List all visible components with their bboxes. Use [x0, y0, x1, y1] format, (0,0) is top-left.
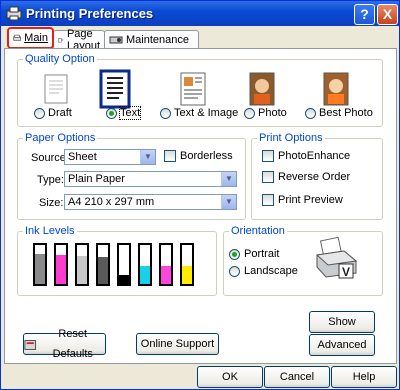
tab-page-layout[interactable]: Page Layout: [53, 28, 105, 52]
title-bar[interactable]: Printing Preferences ? X: [1, 1, 399, 26]
portrait-radio[interactable]: Portrait: [229, 248, 279, 260]
text-image-icon: [180, 72, 206, 106]
checkbox-label: PhotoEnhance: [278, 150, 351, 162]
paper-size-value: A4 210 x 297 mm: [68, 196, 155, 208]
ink-cartridge: [75, 243, 89, 286]
ink-level-fill: [35, 253, 45, 284]
paper-type-select[interactable]: Plain Paper ▼: [64, 171, 237, 187]
cancel-button[interactable]: Cancel: [264, 366, 330, 388]
ok-button[interactable]: OK: [197, 366, 263, 388]
radio-circle[interactable]: [229, 265, 240, 277]
maintenance-icon: [109, 36, 123, 43]
checkbox-label: Print Preview: [278, 194, 343, 206]
reset-defaults-button[interactable]: Reset Defaults: [23, 328, 106, 360]
best-photo-icon: [323, 72, 349, 106]
checkbox-box[interactable]: [164, 150, 176, 162]
printer-icon: [6, 6, 22, 21]
draft-radio[interactable]: Draft: [34, 107, 72, 119]
window-title: Printing Preferences: [26, 6, 154, 21]
chevron-down-icon[interactable]: ▼: [221, 172, 236, 186]
online-support-button[interactable]: Online Support: [136, 333, 219, 355]
checkbox-label: Reverse Order: [278, 171, 351, 183]
radio-label: Photo: [258, 107, 287, 119]
landscape-radio[interactable]: Landscape: [229, 265, 298, 277]
ink-level-fill: [161, 266, 171, 284]
radio-circle[interactable]: [34, 107, 45, 119]
group-legend: Orientation: [231, 225, 285, 237]
radio-label: Landscape: [244, 265, 298, 277]
text-radio[interactable]: Text: [106, 106, 142, 120]
text-image-radio[interactable]: Text & Image: [160, 107, 238, 119]
tab-label: Maintenance: [126, 33, 189, 46]
ink-cartridge: [33, 243, 47, 286]
photoenhance-checkbox[interactable]: PhotoEnhance: [262, 150, 350, 162]
radio-label: Draft: [48, 107, 72, 119]
photo-radio[interactable]: Photo: [244, 107, 287, 119]
main-tab-icon: [13, 34, 21, 41]
close-button[interactable]: X: [377, 4, 398, 25]
size-label: Size:: [39, 197, 64, 209]
printer-orientation-icon: V: [315, 237, 358, 279]
ink-level-fill: [77, 255, 87, 284]
text-icon: [99, 69, 131, 109]
chevron-down-icon[interactable]: ▼: [140, 150, 155, 164]
ink-cartridge: [138, 243, 152, 286]
ink-level-fill: [119, 275, 129, 284]
radio-circle[interactable]: [160, 107, 171, 119]
reset-defaults-icon: [24, 339, 37, 350]
ink-level-fill: [56, 255, 66, 284]
button-label: Reset Defaults: [52, 328, 93, 360]
chevron-down-icon[interactable]: ▼: [221, 195, 236, 209]
ink-level-fill: [140, 266, 150, 284]
source-select[interactable]: Sheet ▼: [64, 149, 156, 165]
type-label: Type:: [37, 174, 64, 186]
tab-maintenance[interactable]: Maintenance: [104, 30, 199, 48]
radio-circle[interactable]: [244, 107, 255, 119]
ink-level-fill: [98, 256, 108, 284]
radio-circle[interactable]: [106, 107, 117, 119]
tab-label: Main: [24, 32, 48, 44]
radio-label: Portrait: [244, 248, 280, 260]
radio-circle[interactable]: [305, 107, 316, 119]
svg-text:V: V: [342, 265, 350, 279]
paper-size-select[interactable]: A4 210 x 297 mm ▼: [64, 194, 237, 210]
group-legend: Paper Options: [25, 132, 96, 144]
group-legend: Quality Option: [25, 53, 95, 65]
print-preview-checkbox[interactable]: Print Preview: [262, 194, 343, 206]
draft-icon: [44, 74, 68, 104]
borderless-checkbox[interactable]: Borderless: [164, 150, 233, 162]
paper-type-value: Plain Paper: [68, 173, 125, 185]
ink-cartridge: [159, 243, 173, 286]
reverse-order-checkbox[interactable]: Reverse Order: [262, 171, 350, 183]
page-layout-icon: [58, 37, 64, 42]
show-settings-button[interactable]: Show Settings: [309, 311, 375, 348]
ink-cartridge: [96, 243, 110, 286]
checkbox-box[interactable]: [262, 150, 274, 162]
ink-level-fill: [182, 266, 192, 284]
checkbox-label: Borderless: [180, 150, 233, 162]
ink-cartridge: [180, 243, 194, 286]
source-value: Sheet: [68, 151, 97, 163]
advanced-button[interactable]: Advanced: [309, 334, 375, 356]
checkbox-box[interactable]: [262, 171, 274, 183]
radio-circle[interactable]: [229, 248, 240, 260]
group-legend: Ink Levels: [25, 225, 75, 237]
printing-preferences-window: Printing Preferences ? X Maintenance Pag…: [0, 0, 400, 390]
best-photo-radio[interactable]: Best Photo: [305, 107, 373, 119]
radio-label: Best Photo: [319, 107, 373, 119]
ink-cartridge: [54, 243, 68, 286]
tab-main[interactable]: Main: [7, 27, 54, 49]
group-legend: Print Options: [259, 132, 323, 144]
radio-label: Text: [118, 106, 142, 120]
help-title-button[interactable]: ?: [354, 4, 375, 25]
ink-cartridge: [117, 243, 131, 286]
photo-icon: [249, 72, 275, 106]
radio-label: Text & Image: [174, 107, 239, 119]
checkbox-box[interactable]: [262, 194, 274, 206]
help-button[interactable]: Help: [331, 366, 397, 388]
